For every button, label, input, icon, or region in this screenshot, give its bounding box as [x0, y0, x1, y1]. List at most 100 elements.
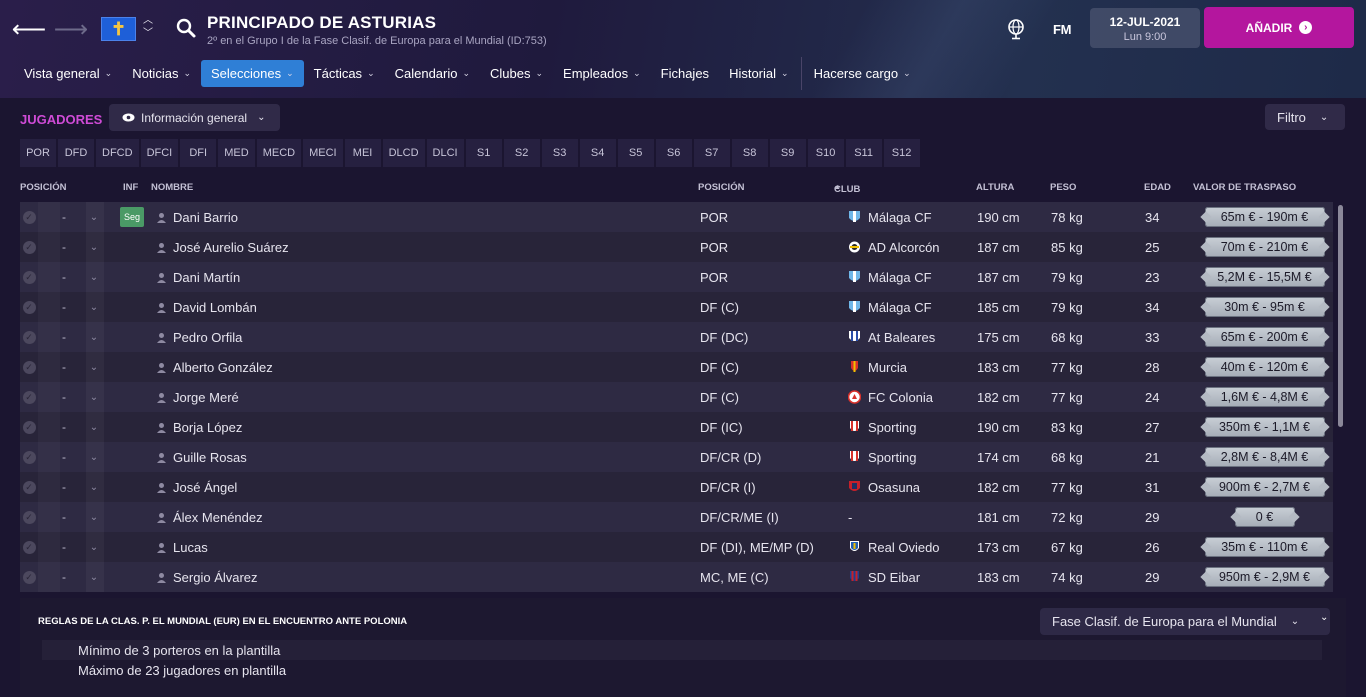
- player-club[interactable]: FC Colonia: [848, 382, 933, 412]
- player-name[interactable]: Lucas: [156, 532, 208, 562]
- player-club[interactable]: Málaga CF: [848, 262, 932, 292]
- collapse-chevron-icon[interactable]: ⌄: [1320, 612, 1328, 623]
- position-tab[interactable]: S10: [807, 139, 844, 167]
- player-club[interactable]: Murcia: [848, 352, 907, 382]
- view-select[interactable]: Información general ⌄: [109, 104, 280, 131]
- menu-selecciones[interactable]: Selecciones ⌄: [201, 60, 304, 87]
- fm-logo[interactable]: FM: [1053, 22, 1071, 37]
- check-icon[interactable]: ✓: [20, 472, 38, 502]
- player-name[interactable]: Borja López: [156, 412, 242, 442]
- player-name[interactable]: José Ángel: [156, 472, 237, 502]
- table-row[interactable]: ✓ - ⌄ Guille Rosas DF/CR (D) Sporting 17…: [20, 442, 1333, 472]
- player-name[interactable]: Sergio Álvarez: [156, 562, 258, 592]
- back-arrow-icon[interactable]: ⟵: [12, 14, 46, 44]
- table-row[interactable]: ✓ - ⌄ David Lombán DF (C) Málaga CF 185 …: [20, 292, 1333, 322]
- check-icon[interactable]: ✓: [20, 532, 38, 562]
- player-name[interactable]: Álex Menéndez: [156, 502, 263, 532]
- menu-clubes[interactable]: Clubes ⌄: [480, 60, 553, 87]
- position-tab[interactable]: DFCD: [96, 139, 139, 167]
- col-edad[interactable]: EDAD: [1144, 182, 1171, 193]
- date-continue-box[interactable]: 12-JUL-2021 Lun 9:00: [1090, 8, 1200, 48]
- position-tab[interactable]: S9: [769, 139, 806, 167]
- team-flag-icon[interactable]: ✝: [101, 17, 136, 41]
- team-switch-chevrons-icon[interactable]: ︿ ﹀: [141, 14, 155, 44]
- table-row[interactable]: ✓ - ⌄ Alberto González DF (C) Murcia 183…: [20, 352, 1333, 382]
- position-tab[interactable]: MEI: [344, 139, 381, 167]
- table-scrollbar[interactable]: [1338, 205, 1343, 427]
- chevron-down-icon[interactable]: ⌄: [84, 442, 104, 472]
- menu-hacerse-cargo[interactable]: Hacerse cargo ⌄: [804, 60, 921, 87]
- position-tab[interactable]: S8: [731, 139, 768, 167]
- menu-calendario[interactable]: Calendario ⌄: [385, 60, 480, 87]
- player-name[interactable]: José Aurelio Suárez: [156, 232, 289, 262]
- player-name[interactable]: Pedro Orfila: [156, 322, 242, 352]
- player-club[interactable]: Sporting: [848, 412, 916, 442]
- position-tab[interactable]: POR: [20, 139, 56, 167]
- table-row[interactable]: ✓ - ⌄ Borja López DF (IC) Sporting 190 c…: [20, 412, 1333, 442]
- chevron-down-icon[interactable]: ⌄: [84, 262, 104, 292]
- check-icon[interactable]: ✓: [20, 322, 38, 352]
- check-icon[interactable]: ✓: [20, 262, 38, 292]
- table-row[interactable]: ✓ - ⌄ Seg Dani Barrio POR Málaga CF 190 …: [20, 202, 1333, 232]
- player-club[interactable]: At Baleares: [848, 322, 935, 352]
- menu-historial[interactable]: Historial ⌄: [719, 60, 799, 87]
- table-row[interactable]: ✓ - ⌄ Sergio Álvarez MC, ME (C) SD Eibar…: [20, 562, 1333, 592]
- chevron-down-icon[interactable]: ⌄: [84, 292, 104, 322]
- player-club[interactable]: AD Alcorcón: [848, 232, 940, 262]
- position-tab[interactable]: S2: [503, 139, 540, 167]
- col-posicion-left[interactable]: POSICIÓN: [20, 182, 66, 193]
- col-inf[interactable]: INF: [123, 182, 138, 193]
- position-tab[interactable]: MECI: [303, 139, 343, 167]
- player-name[interactable]: Jorge Meré: [156, 382, 239, 412]
- chevron-down-icon[interactable]: ⌄: [84, 472, 104, 502]
- player-club[interactable]: Málaga CF: [848, 292, 932, 322]
- filter-button[interactable]: Filtro ⌄: [1265, 104, 1345, 130]
- check-icon[interactable]: ✓: [20, 442, 38, 472]
- position-tab[interactable]: S6: [655, 139, 692, 167]
- position-tab[interactable]: DFCI: [140, 139, 179, 167]
- chevron-down-icon[interactable]: ⌄: [84, 532, 104, 562]
- menu-vista-general[interactable]: Vista general ⌄: [14, 60, 122, 87]
- position-tab[interactable]: S11: [845, 139, 882, 167]
- position-tab[interactable]: DLCD: [382, 139, 425, 167]
- chevron-down-icon[interactable]: ⌄: [84, 502, 104, 532]
- player-club[interactable]: Osasuna: [848, 472, 920, 502]
- search-icon[interactable]: [175, 17, 197, 39]
- menu-tacticas[interactable]: Tácticas ⌄: [304, 60, 385, 87]
- player-club[interactable]: Málaga CF: [848, 202, 932, 232]
- check-icon[interactable]: ✓: [20, 202, 38, 232]
- player-club[interactable]: Sporting: [848, 442, 916, 472]
- position-tab[interactable]: S4: [579, 139, 616, 167]
- globe-icon[interactable]: [1006, 18, 1026, 40]
- player-club[interactable]: Real Oviedo: [848, 532, 940, 562]
- player-name[interactable]: David Lombán: [156, 292, 257, 322]
- check-icon[interactable]: ✓: [20, 502, 38, 532]
- menu-fichajes[interactable]: Fichajes: [651, 60, 719, 87]
- player-name[interactable]: Alberto González: [156, 352, 273, 382]
- table-row[interactable]: ✓ - ⌄ Pedro Orfila DF (DC) At Baleares 1…: [20, 322, 1333, 352]
- forward-arrow-icon[interactable]: ⟶: [54, 14, 88, 44]
- position-tab[interactable]: MED: [218, 139, 255, 167]
- table-row[interactable]: ✓ - ⌄ José Aurelio Suárez POR AD Alcorcó…: [20, 232, 1333, 262]
- menu-empleados[interactable]: Empleados ⌄: [553, 60, 651, 87]
- menu-noticias[interactable]: Noticias ⌄: [122, 60, 201, 87]
- player-name[interactable]: Dani Martín: [156, 262, 240, 292]
- col-posicion[interactable]: POSICIÓN: [698, 182, 744, 193]
- chevron-down-icon[interactable]: ⌄: [84, 352, 104, 382]
- check-icon[interactable]: ✓: [20, 232, 38, 262]
- check-icon[interactable]: ✓: [20, 352, 38, 382]
- position-tab[interactable]: S5: [617, 139, 654, 167]
- player-name[interactable]: Guille Rosas: [156, 442, 247, 472]
- position-tab[interactable]: S1: [465, 139, 502, 167]
- chevron-down-icon[interactable]: ⌄: [84, 382, 104, 412]
- check-icon[interactable]: ✓: [20, 292, 38, 322]
- position-tab[interactable]: S12: [883, 139, 920, 167]
- position-tab[interactable]: DFI: [180, 139, 217, 167]
- table-row[interactable]: ✓ - ⌄ Dani Martín POR Málaga CF 187 cm 7…: [20, 262, 1333, 292]
- table-row[interactable]: ✓ - ⌄ José Ángel DF/CR (I) Osasuna 182 c…: [20, 472, 1333, 502]
- table-row[interactable]: ✓ - ⌄ Jorge Meré DF (C) FC Colonia 182 c…: [20, 382, 1333, 412]
- position-tab[interactable]: DLCI: [426, 139, 464, 167]
- position-tab[interactable]: MECD: [256, 139, 302, 167]
- competition-select[interactable]: Fase Clasif. de Europa para el Mundial ⌄: [1040, 608, 1330, 635]
- table-row[interactable]: ✓ - ⌄ Lucas DF (DI), ME/MP (D) Real Ovie…: [20, 532, 1333, 562]
